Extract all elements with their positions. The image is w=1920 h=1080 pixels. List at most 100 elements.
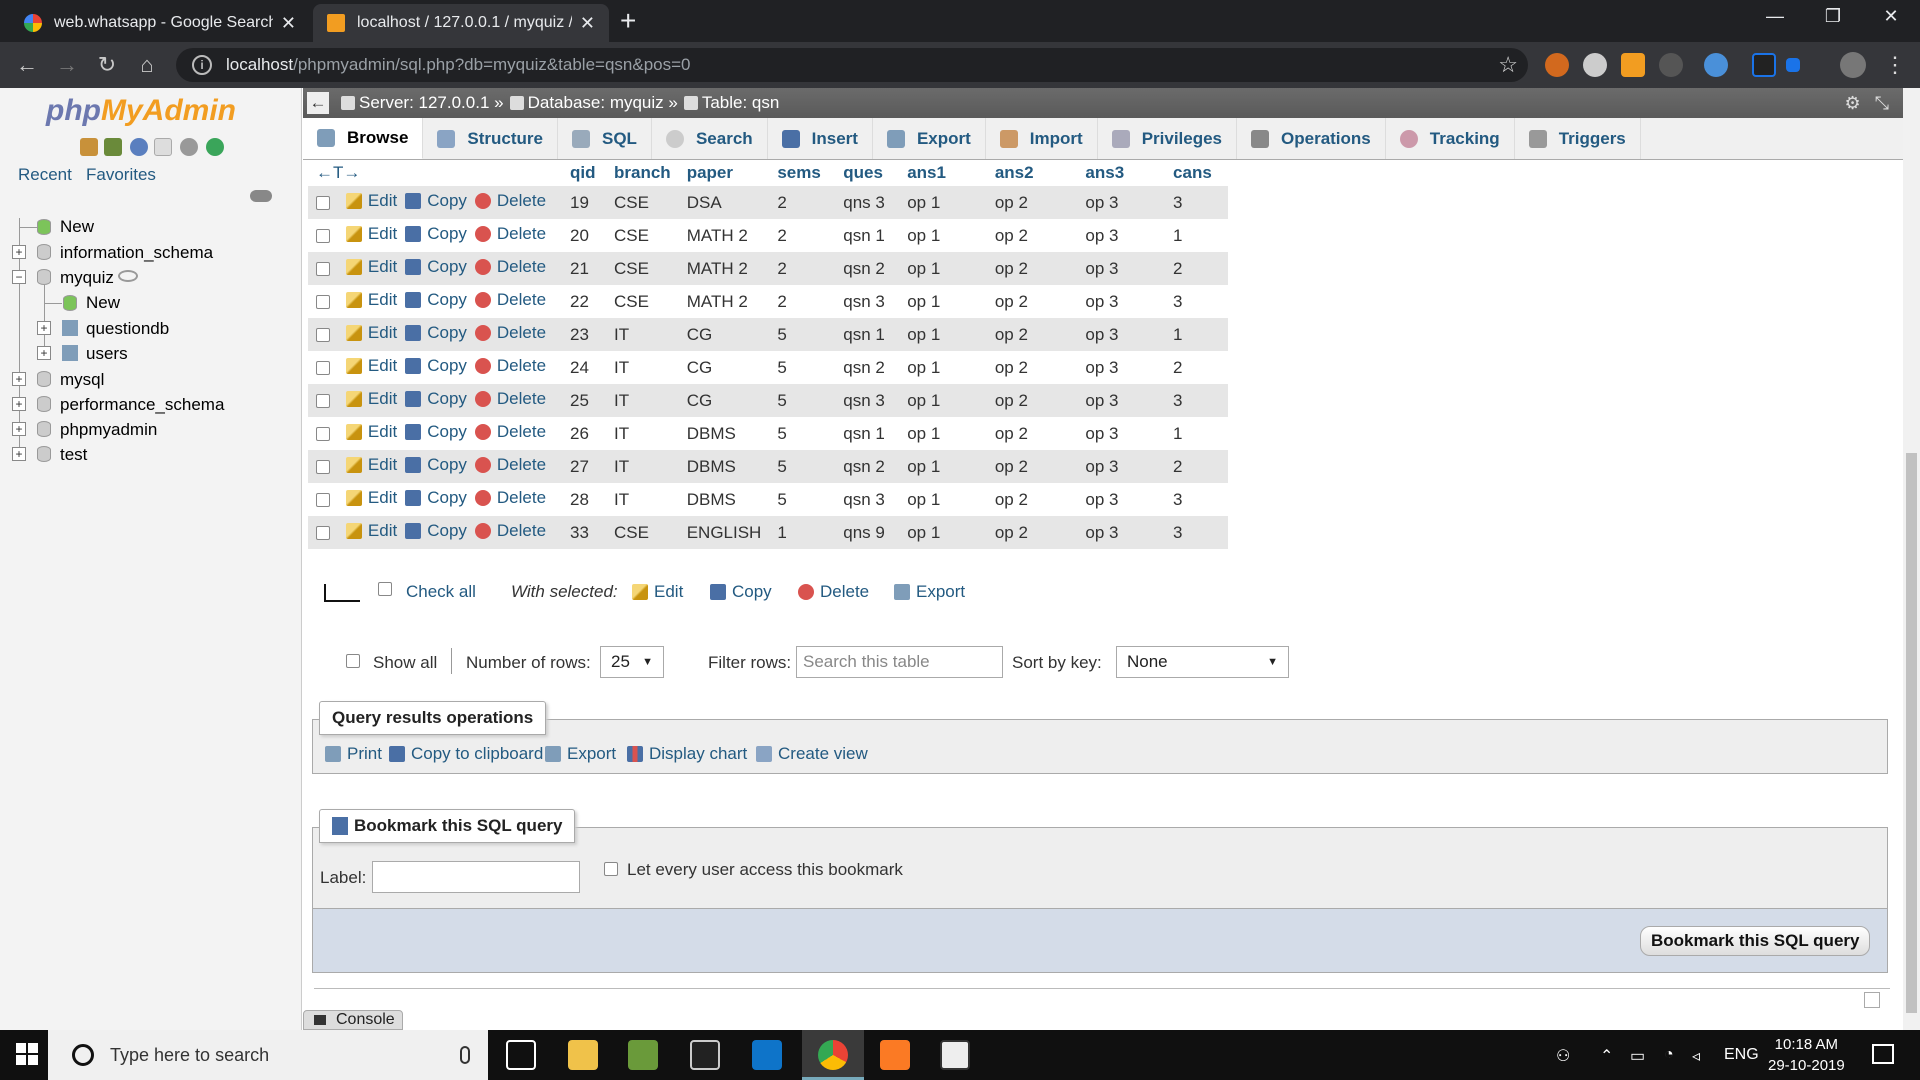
tab-browse[interactable]: Browse <box>303 118 424 159</box>
table-cell-cans[interactable]: 3 <box>1165 186 1228 219</box>
url-text[interactable]: localhost/phpmyadmin/sql.php?db=myquiz&t… <box>226 55 1498 75</box>
table-cell-branch[interactable]: CSE <box>606 252 679 285</box>
column-header-ans3[interactable]: ans3 <box>1077 160 1166 186</box>
table-cell-branch[interactable]: CSE <box>606 186 679 219</box>
table-cell-qid[interactable]: 20 <box>562 219 607 252</box>
row-delete-link[interactable]: Delete <box>474 191 546 211</box>
table-cell-ans3[interactable]: op 3 <box>1077 318 1166 351</box>
row-delete-link[interactable]: Delete <box>474 257 546 277</box>
table-cell-sems[interactable]: 5 <box>769 483 836 516</box>
table-cell-cans[interactable]: 3 <box>1165 384 1228 417</box>
row-checkbox[interactable] <box>316 328 330 343</box>
table-cell-ans2[interactable]: op 2 <box>986 252 1078 285</box>
table-cell-cans[interactable]: 1 <box>1165 219 1228 252</box>
table-cell-qid[interactable]: 25 <box>562 384 607 417</box>
row-edit-link[interactable]: Edit <box>345 389 397 409</box>
table-cell-branch[interactable]: CSE <box>606 219 679 252</box>
column-header-ans1[interactable]: ans1 <box>899 160 987 186</box>
tree-item-users[interactable]: users <box>86 344 128 364</box>
table-cell-qid[interactable]: 33 <box>562 516 607 549</box>
tab-operations[interactable]: Operations <box>1237 118 1386 159</box>
table-cell-ans2[interactable]: op 2 <box>986 483 1078 516</box>
check-all-link[interactable]: Check all <box>406 582 476 602</box>
table-cell-branch[interactable]: IT <box>606 417 679 450</box>
expand-icon[interactable]: + <box>12 397 26 411</box>
table-cell-ans2[interactable]: op 2 <box>986 318 1078 351</box>
reload-button[interactable]: ↻ <box>92 50 122 80</box>
wifi-icon[interactable]: ◔ <box>1664 1046 1674 1064</box>
row-checkbox[interactable] <box>316 295 330 310</box>
table-cell-paper[interactable]: CG <box>678 351 770 384</box>
notifications-icon[interactable] <box>1872 1044 1894 1064</box>
rows-per-page-select[interactable]: 25 ▼ <box>600 646 664 678</box>
table-cell-branch[interactable]: CSE <box>606 285 679 318</box>
row-edit-link[interactable]: Edit <box>345 224 397 244</box>
table-cell-ques[interactable]: qns 3 <box>835 186 900 219</box>
table-cell-branch[interactable]: IT <box>606 483 679 516</box>
help-icon[interactable] <box>130 138 148 156</box>
table-cell-ques[interactable]: qsn 2 <box>835 450 900 483</box>
row-copy-link[interactable]: Copy <box>405 422 467 442</box>
filter-rows-input[interactable]: Search this table <box>796 646 1003 678</box>
row-checkbox[interactable] <box>316 427 330 442</box>
tree-item-new[interactable]: New <box>60 217 94 237</box>
row-delete-link[interactable]: Delete <box>474 290 546 310</box>
row-copy-link[interactable]: Copy <box>405 290 467 310</box>
row-delete-link[interactable]: Delete <box>474 521 546 541</box>
bulk-edit-button[interactable]: Edit <box>632 582 683 602</box>
column-resize-arrows[interactable]: ←T→ <box>308 160 563 186</box>
settings-gear-icon[interactable]: ⚙ <box>1844 93 1860 114</box>
table-cell-ques[interactable]: qns 9 <box>835 516 900 549</box>
table-cell-paper[interactable]: MATH 2 <box>678 252 770 285</box>
tab-insert[interactable]: Insert <box>768 118 873 159</box>
row-delete-link[interactable]: Delete <box>474 323 546 343</box>
table-cell-branch[interactable]: IT <box>606 384 679 417</box>
link-with-main-icon[interactable] <box>250 190 272 202</box>
table-cell-paper[interactable]: CG <box>678 384 770 417</box>
tree-item-test[interactable]: test <box>60 445 87 465</box>
language-indicator[interactable]: ENG <box>1724 1046 1759 1064</box>
tab-import[interactable]: Import <box>986 118 1098 159</box>
recent-tab[interactable]: Recent <box>18 165 72 185</box>
table-cell-ans1[interactable]: op 1 <box>899 186 987 219</box>
table-cell-ans3[interactable]: op 3 <box>1077 417 1166 450</box>
table-cell-ques[interactable]: qsn 2 <box>835 351 900 384</box>
windows-start-icon[interactable] <box>16 1043 38 1065</box>
check-all-checkbox[interactable] <box>378 582 392 596</box>
table-cell-paper[interactable]: MATH 2 <box>678 285 770 318</box>
table-cell-ans1[interactable]: op 1 <box>899 384 987 417</box>
close-tab-icon[interactable]: ✕ <box>580 13 595 34</box>
table-cell-cans[interactable]: 1 <box>1165 417 1228 450</box>
row-copy-link[interactable]: Copy <box>405 521 467 541</box>
collapse-topmenu-icon[interactable]: ⤡ <box>1875 93 1889 114</box>
show-all-checkbox[interactable] <box>346 654 360 668</box>
recycle-extension-icon[interactable] <box>1659 53 1683 77</box>
table-cell-paper[interactable]: MATH 2 <box>678 219 770 252</box>
table-cell-cans[interactable]: 1 <box>1165 318 1228 351</box>
clock[interactable]: 10:18 AM 29-10-2019 <box>1768 1034 1845 1076</box>
row-delete-link[interactable]: Delete <box>474 224 546 244</box>
taskbar-search[interactable]: Type here to search <box>48 1030 488 1080</box>
tree-item-questiondb[interactable]: questiondb <box>86 319 169 339</box>
expand-icon[interactable]: + <box>37 321 51 335</box>
row-copy-link[interactable]: Copy <box>405 191 467 211</box>
table-cell-ans2[interactable]: op 2 <box>986 186 1078 219</box>
table-cell-ans1[interactable]: op 1 <box>899 318 987 351</box>
column-header-cans[interactable]: cans <box>1165 160 1228 186</box>
table-cell-paper[interactable]: ENGLISH <box>678 516 770 549</box>
minimize-button[interactable]: — <box>1752 6 1798 27</box>
row-edit-link[interactable]: Edit <box>345 422 397 442</box>
create-view-link[interactable]: Create view <box>756 744 868 764</box>
forward-button[interactable]: → <box>52 50 82 80</box>
table-cell-cans[interactable]: 2 <box>1165 450 1228 483</box>
collapse-sidebar-button[interactable]: ← <box>307 92 329 114</box>
table-cell-branch[interactable]: IT <box>606 318 679 351</box>
scrollbar-thumb[interactable] <box>1906 453 1917 1013</box>
close-tab-icon[interactable]: ✕ <box>281 13 296 34</box>
expand-icon[interactable]: + <box>12 447 26 461</box>
notepad-plus-icon[interactable] <box>628 1040 658 1070</box>
table-cell-qid[interactable]: 24 <box>562 351 607 384</box>
table-cell-ans1[interactable]: op 1 <box>899 252 987 285</box>
table-cell-qid[interactable]: 19 <box>562 186 607 219</box>
column-header-qid[interactable]: qid <box>562 160 607 186</box>
